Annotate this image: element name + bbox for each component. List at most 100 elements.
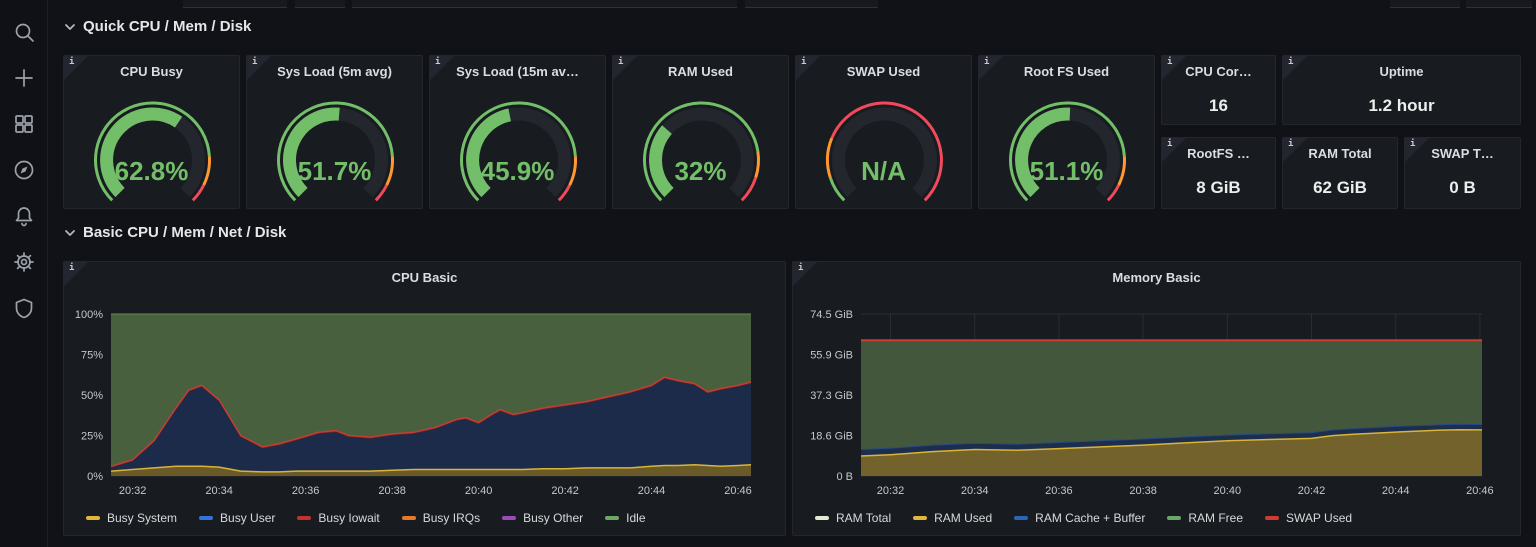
stat-panel-uptime: Uptime 1.2 hour [1282, 55, 1521, 125]
svg-text:0%: 0% [87, 471, 103, 483]
svg-text:20:38: 20:38 [378, 485, 406, 497]
svg-text:0 B: 0 B [836, 471, 853, 483]
panel-title[interactable]: Uptime [1297, 64, 1506, 79]
row-header-basic[interactable]: Basic CPU / Mem / Net / Disk [64, 224, 286, 241]
svg-text:18.6 GiB: 18.6 GiB [810, 431, 853, 443]
panel-title[interactable]: RootFS … [1176, 146, 1261, 161]
legend-item[interactable]: SWAP Used [1265, 511, 1352, 525]
stat-value: 1.2 hour [1368, 96, 1435, 115]
svg-text:100%: 100% [75, 309, 103, 321]
legend-color-chip [401, 516, 416, 520]
legend-item[interactable]: RAM Free [1167, 511, 1243, 525]
svg-text:37.3 GiB: 37.3 GiB [810, 390, 853, 402]
top-cropped-panel [1466, 0, 1532, 8]
panel-title[interactable]: CPU Cor… [1176, 64, 1261, 79]
panel-title[interactable]: Root FS Used [993, 64, 1140, 79]
alerting-bell-icon[interactable] [0, 196, 48, 236]
panel-title[interactable]: SWAP Used [810, 64, 957, 79]
chart-panel-cpu-basic: CPU Basic 0%25%50%75%100%20:3220:3420:36… [63, 261, 786, 536]
svg-text:74.5 GiB: 74.5 GiB [810, 309, 853, 321]
legend-color-chip [913, 516, 928, 520]
svg-text:20:44: 20:44 [638, 485, 666, 497]
legend-color-chip [1265, 516, 1280, 520]
legend-item[interactable]: RAM Cache + Buffer [1014, 511, 1145, 525]
legend-item[interactable]: Busy User [199, 511, 275, 525]
row-header-quick[interactable]: Quick CPU / Mem / Disk [64, 18, 251, 35]
chart-legend: Busy System Busy User Busy Iowait Busy IRQs… [86, 511, 646, 525]
svg-text:20:46: 20:46 [724, 485, 752, 497]
legend-color-chip [1167, 516, 1182, 520]
gauge-value: N/A [861, 156, 906, 186]
svg-text:20:32: 20:32 [119, 485, 147, 497]
legend-color-chip [605, 516, 620, 520]
stat-panel-swap-total: SWAP T… 0 B [1404, 137, 1521, 209]
svg-text:20:34: 20:34 [205, 485, 233, 497]
legend-color-chip [199, 516, 214, 520]
svg-text:20:36: 20:36 [292, 485, 320, 497]
svg-text:50%: 50% [81, 390, 103, 402]
legend-color-chip [86, 516, 100, 520]
svg-text:20:40: 20:40 [465, 485, 493, 497]
panel-title[interactable]: SWAP T… [1419, 146, 1506, 161]
legend-label: Busy Other [523, 511, 584, 525]
gauge-panel-sys-load-15m: Sys Load (15m av… 45.9% [429, 55, 606, 209]
chart-legend: RAM Total RAM Used RAM Cache + Buffer RAM F… [815, 511, 1352, 525]
stat-value: 16 [1209, 96, 1228, 115]
gauge-arc [460, 101, 577, 202]
legend-item[interactable]: RAM Used [913, 511, 992, 525]
stat-value: 8 GiB [1196, 178, 1241, 197]
panel-title[interactable]: Sys Load (15m av… [444, 64, 591, 79]
panel-title[interactable]: CPU Busy [78, 64, 225, 79]
settings-gear-icon[interactable] [0, 242, 48, 282]
gauge-arc [277, 101, 394, 202]
time-series-plot[interactable]: 0% 25% 50% 75% 100% 20:32 20:34 20:36 20:38 20:40… [64, 262, 785, 512]
legend-item[interactable]: Busy System [86, 511, 177, 525]
svg-text:20:38: 20:38 [1129, 485, 1157, 497]
svg-text:20:36: 20:36 [1045, 485, 1073, 497]
gauge-value: 62.8% [114, 156, 189, 186]
search-icon[interactable] [0, 12, 48, 52]
legend-item[interactable]: Busy Other [502, 511, 583, 525]
top-cropped-panel [745, 0, 878, 8]
svg-text:25%: 25% [81, 431, 103, 443]
top-cropped-panel [352, 0, 737, 8]
legend-label: RAM Total [836, 511, 892, 525]
stat-panel-cpu-cores: CPU Cor… 16 [1161, 55, 1276, 125]
legend-item[interactable]: Idle [605, 511, 646, 525]
svg-text:20:32: 20:32 [877, 485, 905, 497]
stat-panel-rootfs-total: RootFS … 8 GiB [1161, 137, 1276, 209]
explore-compass-icon[interactable] [0, 150, 48, 190]
row-title: Quick CPU / Mem / Disk [83, 18, 252, 35]
panel-title[interactable]: RAM Total [1297, 146, 1383, 161]
create-plus-icon[interactable] [0, 58, 48, 98]
gauge-panel-sys-load-5m: Sys Load (5m avg) 51.7% [246, 55, 423, 209]
gauge-panel-swap-used: SWAP Used N/A [795, 55, 972, 209]
legend-color-chip [815, 516, 829, 520]
gauge-value: 51.7% [297, 156, 372, 186]
stat-value: 62 GiB [1313, 178, 1367, 197]
top-cropped-panel [183, 0, 287, 8]
time-series-plot[interactable]: 0 B 18.6 GiB 37.3 GiB 55.9 GiB 74.5 GiB 20:32… [793, 262, 1520, 512]
svg-text:75%: 75% [81, 350, 103, 362]
chevron-down-icon [65, 23, 75, 30]
server-admin-shield-icon[interactable] [0, 288, 48, 328]
legend-item[interactable]: Busy Iowait [297, 511, 380, 525]
legend-item[interactable]: Busy IRQs [401, 511, 481, 525]
legend-label: RAM Cache + Buffer [1035, 511, 1146, 525]
legend-item[interactable]: RAM Total [815, 511, 891, 525]
svg-text:20:42: 20:42 [1298, 485, 1326, 497]
gauge-panel-root-fs-used: Root FS Used 51.1% [978, 55, 1155, 209]
gauge-value: 32% [674, 156, 727, 186]
top-cropped-panel [295, 0, 345, 8]
legend-label: SWAP Used [1286, 511, 1353, 525]
legend-label: Idle [626, 511, 646, 525]
legend-label: RAM Used [934, 511, 993, 525]
legend-label: Busy Iowait [318, 511, 380, 525]
dashboards-icon[interactable] [0, 104, 48, 144]
panel-title[interactable]: RAM Used [627, 64, 774, 79]
panel-title[interactable]: Sys Load (5m avg) [261, 64, 408, 79]
legend-color-chip [297, 516, 312, 520]
legend-label: Busy IRQs [422, 511, 481, 525]
stat-panel-ram-total: RAM Total 62 GiB [1282, 137, 1398, 209]
top-cropped-panel [1390, 0, 1460, 8]
